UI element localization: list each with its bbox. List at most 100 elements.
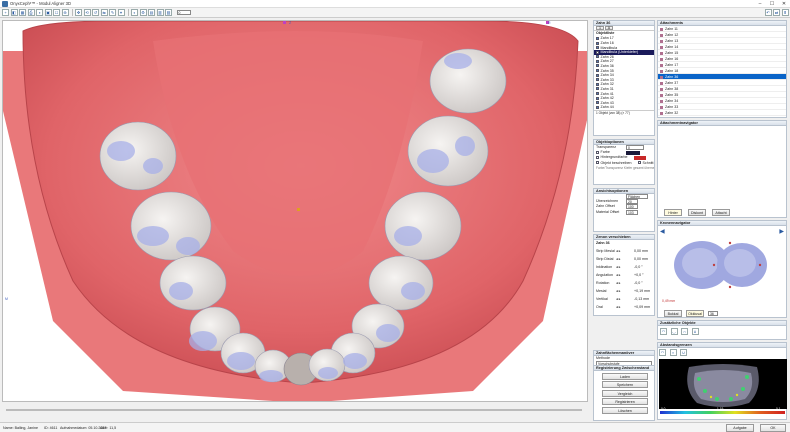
toolbar-tool-icon[interactable]: ⎙: [27, 9, 35, 16]
maximize-button[interactable]: ☐: [766, 0, 778, 8]
toolbar-tool-icon[interactable]: ▤: [148, 9, 155, 16]
register-buttons: Laden Speichern Vergleich Registrieren Lösch…: [594, 372, 654, 414]
scrollbar-track[interactable]: [6, 409, 582, 411]
object-visible-checkbox[interactable]: [596, 87, 599, 91]
arch-icon-4[interactable]: ∪: [691, 328, 699, 335]
buccal-button[interactable]: Bukkal: [664, 310, 682, 317]
toolbar-right-icon[interactable]: ↶: [764, 9, 772, 16]
minimize-button[interactable]: –: [754, 0, 766, 8]
toolbar-tool-icon[interactable]: +: [2, 9, 9, 16]
object-visible-checkbox[interactable]: [596, 101, 599, 105]
ok-button[interactable]: OK: [760, 424, 786, 432]
object-visible-checkbox[interactable]: [596, 69, 599, 73]
heatmap-arch-icon-2[interactable]: ∩: [669, 349, 677, 356]
object-visible-checkbox[interactable]: [596, 36, 599, 40]
material-input[interactable]: 103: [626, 209, 638, 215]
diskont-button[interactable]: Diskont: [688, 209, 706, 216]
arch-icon-2[interactable]: ◡: [670, 328, 678, 335]
crown-tooth-field[interactable]: 36: [708, 311, 718, 316]
task-button[interactable]: Aufgabe: [726, 424, 754, 432]
nav-right-arrow-icon[interactable]: ▶: [779, 228, 784, 235]
movement-stepper-icon[interactable]: ◂ ▸: [616, 279, 621, 287]
tab-1[interactable]: 1: [596, 26, 604, 30]
register-action-button[interactable]: Laden: [602, 372, 648, 380]
object-visible-checkbox[interactable]: [596, 46, 599, 50]
toolbar-tool-icon[interactable]: ▥: [156, 9, 164, 16]
close-button[interactable]: ✕: [778, 0, 790, 8]
occlusal-button[interactable]: Okklusal: [686, 310, 704, 317]
toolbar-tool-icon[interactable]: ⊕: [61, 9, 69, 16]
color-swatch[interactable]: [626, 150, 640, 155]
patient-id: ID: 4611: [44, 426, 58, 430]
object-visible-checkbox[interactable]: [596, 41, 599, 45]
attachment-color-swatch: [660, 99, 663, 103]
toolbar-tool-icon[interactable]: ▧: [165, 9, 172, 16]
dental-model-render[interactable]: [3, 21, 588, 402]
toolbar-tool-icon[interactable]: ⇆: [100, 9, 108, 16]
edge-checkbox[interactable]: [596, 161, 599, 165]
object-visible-checkbox[interactable]: [596, 55, 599, 59]
movement-stepper-icon[interactable]: ◂ ▸: [616, 263, 621, 271]
toolbar-tool-icon[interactable]: ⌖: [117, 9, 125, 16]
object-visible-checkbox[interactable]: [596, 105, 599, 109]
register-action-button[interactable]: Löschen: [602, 406, 648, 414]
arch-icon-1[interactable]: ◠: [660, 328, 667, 335]
object-visible-checkbox[interactable]: [596, 59, 599, 63]
cut-checkbox[interactable]: [638, 161, 641, 165]
toolbar-tool-icon[interactable]: ◑: [36, 9, 43, 16]
distance-heatmap[interactable]: [659, 359, 787, 409]
movement-stepper-icon[interactable]: ◂ ▸: [616, 287, 621, 295]
tab-a[interactable]: A: [605, 26, 613, 30]
movement-value: 0,00 mm: [634, 249, 648, 253]
object-visible-checkbox[interactable]: [596, 92, 599, 96]
movement-stepper-icon[interactable]: ◂ ▸: [616, 295, 621, 303]
register-action-button[interactable]: Vergleich: [602, 389, 648, 397]
movement-stepper-icon[interactable]: ◂ ▸: [616, 255, 621, 263]
movement-stepper-icon[interactable]: ◂ ▸: [616, 303, 621, 311]
movement-stepper-icon[interactable]: ◂ ▸: [616, 271, 621, 279]
attachment-list-item[interactable]: Zahn 32: [658, 110, 786, 116]
object-list-panel: Zahn 36 1 A Objektliste Zahn 17 Zahn 16 Ma…: [593, 20, 655, 136]
object-visible-checkbox[interactable]: [596, 50, 599, 54]
toolbar-right-icon[interactable]: ⬆: [781, 9, 789, 16]
arch-icon-3[interactable]: ∩: [681, 328, 688, 335]
heatmap-arch-icon-3[interactable]: ∪: [680, 349, 687, 356]
toolbar-tool-icon[interactable]: ◧: [10, 9, 18, 16]
register-action-button[interactable]: Speichern: [602, 381, 648, 388]
zoom-field[interactable]: 0: [176, 10, 191, 15]
toolbar-right-icon[interactable]: ⇄: [773, 9, 780, 16]
nav-left-arrow-icon[interactable]: ◀: [660, 228, 665, 235]
transparency-input[interactable]: 0: [626, 145, 644, 150]
attachment-navigator-panel: Attachmentnavigator Hinter Diskont Attac…: [657, 120, 787, 218]
movement-label: Mesial: [596, 289, 607, 293]
toolbar-tool-icon[interactable]: ✎: [109, 9, 116, 16]
hinter-button[interactable]: Hinter: [664, 209, 682, 216]
object-visible-checkbox[interactable]: [596, 82, 599, 86]
toolbar-tool-icon[interactable]: ⚙: [139, 9, 147, 16]
heatmap-arch-icon-1[interactable]: ◠: [659, 349, 666, 356]
view-options-panel: Ansichtsoptionen Flächen Überzeichnen 20 …: [593, 188, 655, 232]
toolbar-tool-icon[interactable]: ⟲: [83, 9, 91, 16]
toolbar-tool-icon[interactable]: ▣: [44, 9, 52, 16]
toolbar-tool-icon[interactable]: ↺: [92, 9, 99, 16]
toolbar-tool-icon[interactable]: ✥: [75, 9, 82, 16]
3d-viewport[interactable]: Z M R: [2, 20, 588, 402]
object-visible-checkbox[interactable]: [596, 96, 599, 100]
color-checkbox[interactable]: [596, 150, 599, 154]
object-visible-checkbox[interactable]: [596, 73, 599, 77]
bg-color-checkbox[interactable]: [596, 155, 599, 159]
toolbar-tool-icon[interactable]: ▦: [19, 9, 26, 16]
object-visible-checkbox[interactable]: [596, 64, 599, 68]
attachment-list-panel: Attachments Zahn 11 Zahn 12 Zahn 13 Zahn 14…: [657, 20, 787, 118]
viewport-scrollbar[interactable]: [2, 404, 588, 412]
register-action-button[interactable]: Registrieren: [602, 398, 648, 405]
object-visible-checkbox[interactable]: [596, 78, 599, 82]
toolbar-tool-icon[interactable]: ☐: [53, 9, 60, 16]
attacht-button[interactable]: Attacht: [712, 209, 730, 216]
movement-value: -0,13 mm: [634, 297, 650, 301]
toolbar-tool-icon[interactable]: ◐: [131, 9, 138, 16]
attachment-label: Zahn 18: [665, 69, 679, 73]
crown-preview[interactable]: [672, 235, 772, 295]
bg-color-swatch[interactable]: [634, 155, 646, 160]
movement-stepper-icon[interactable]: ◂ ▸: [616, 247, 621, 255]
